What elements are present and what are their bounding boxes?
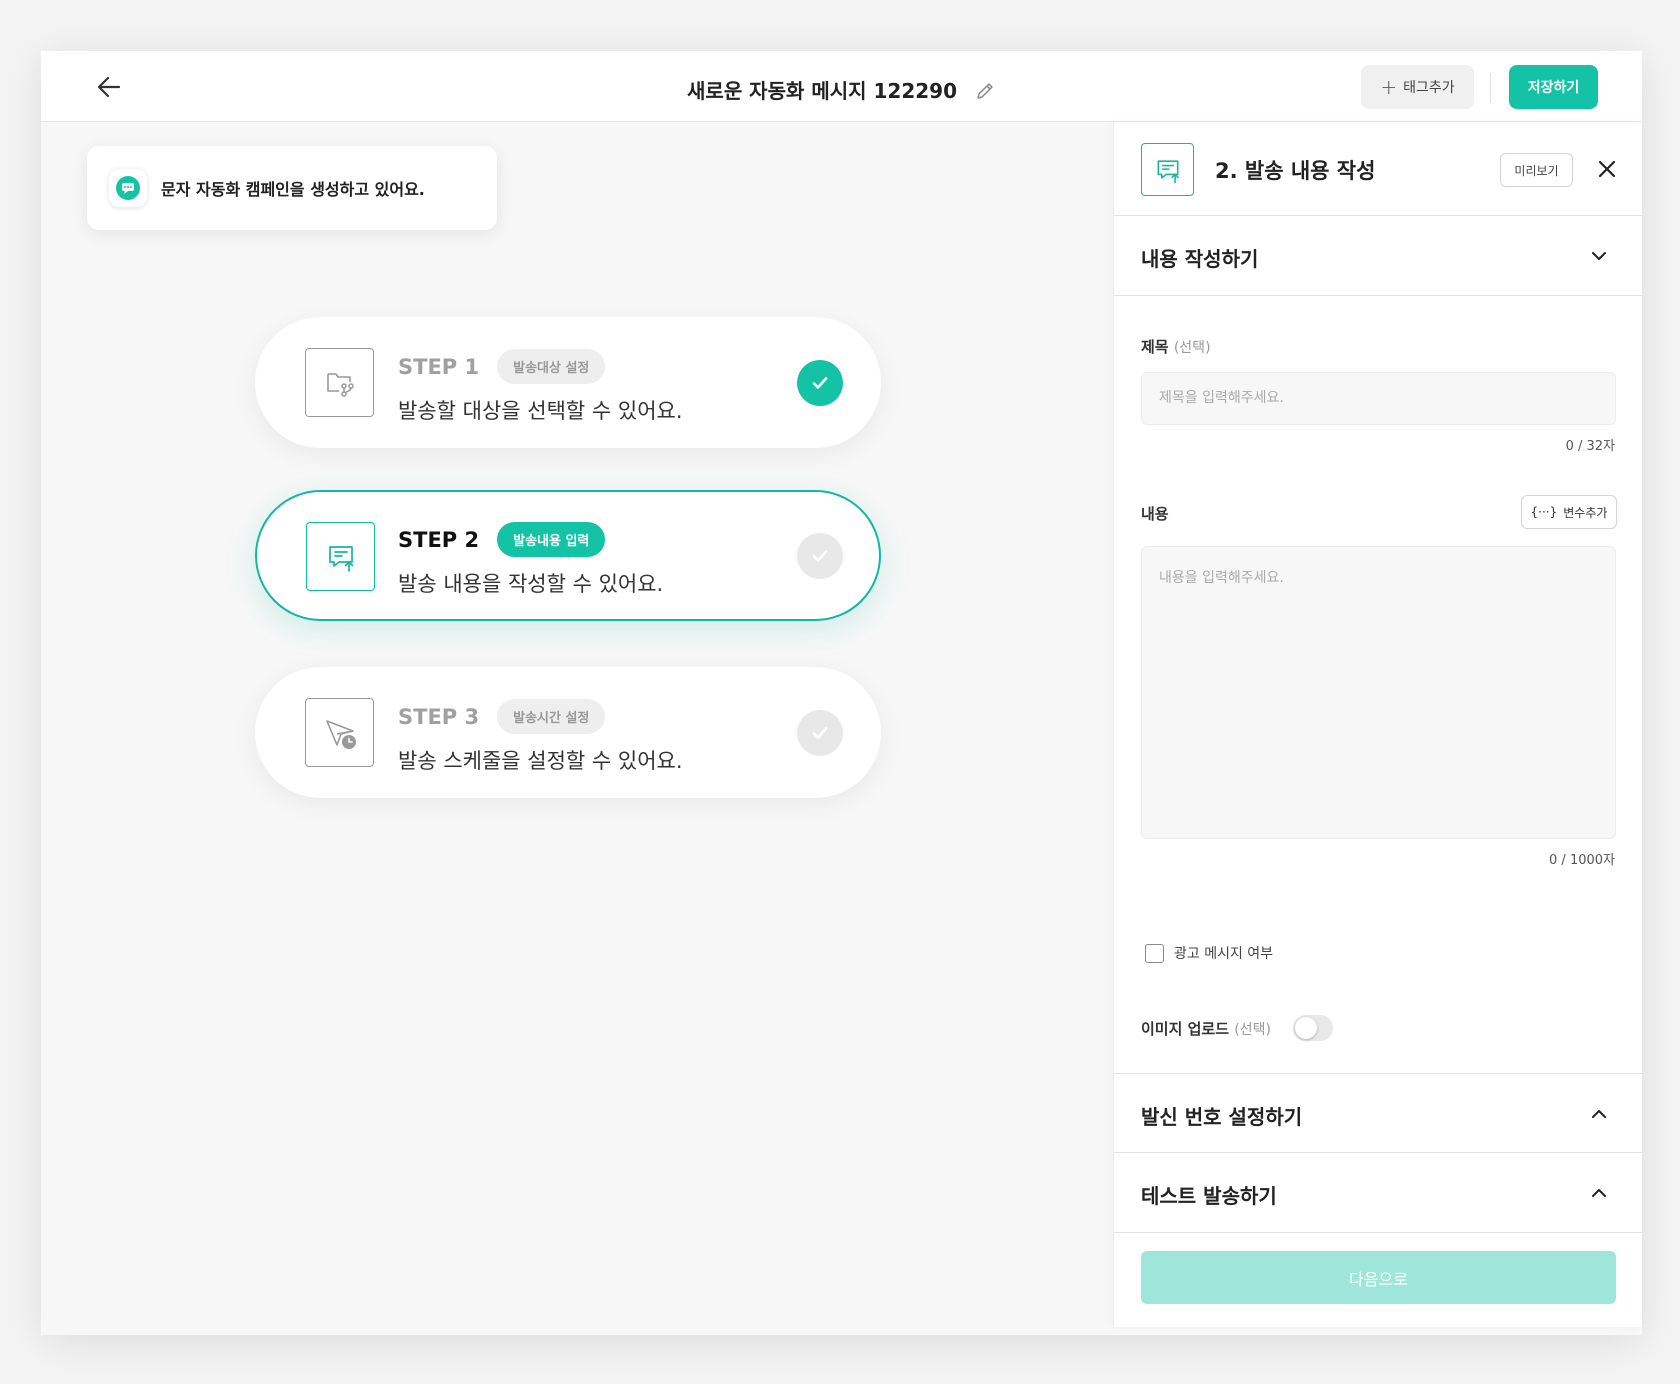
step-pill: 발송대상 설정 xyxy=(497,349,606,384)
top-bar: 새로운 자동화 메시지 122290 + 태그추가 저장하기 xyxy=(41,51,1642,122)
preview-button[interactable]: 미리보기 xyxy=(1500,153,1573,187)
send-schedule-icon xyxy=(305,698,374,767)
body-label: 내용 xyxy=(1141,503,1169,524)
step-label: STEP 3 xyxy=(398,704,480,729)
next-button[interactable]: 다음으로 xyxy=(1141,1251,1616,1304)
section-sender-label: 발신 번호 설정하기 xyxy=(1141,1105,1303,1129)
status-toast: 문자 자동화 캠페인을 생성하고 있어요. xyxy=(87,146,497,230)
image-upload-label: 이미지 업로드 (선택) xyxy=(1141,1018,1271,1039)
editor-panel: 2. 발송 내용 작성 미리보기 내용 작성하기 제목 (선택) 제목을 입력해… xyxy=(1113,122,1643,1327)
body-textarea[interactable]: 내용을 입력해주세요. xyxy=(1141,546,1616,839)
step-title-2: STEP 2 발송내용 입력 xyxy=(398,522,606,557)
image-upload-row: 이미지 업로드 (선택) xyxy=(1141,1015,1333,1041)
chevron-down-icon xyxy=(1592,252,1606,260)
step-pill: 발송시간 설정 xyxy=(497,699,606,734)
body-counter: 0 / 1000자 xyxy=(1549,853,1615,868)
body-placeholder: 내용을 입력해주세요. xyxy=(1159,570,1284,586)
add-variable-label: 변수추가 xyxy=(1563,505,1608,520)
step-card-1[interactable]: STEP 1 발송대상 설정 발송할 대상을 선택할 수 있어요. xyxy=(255,317,881,448)
braces-icon: {···} xyxy=(1530,505,1558,519)
body-label-text: 내용 xyxy=(1141,505,1169,523)
save-button[interactable]: 저장하기 xyxy=(1509,65,1598,109)
step-title-3: STEP 3 발송시간 설정 xyxy=(398,699,606,734)
subject-label-text: 제목 xyxy=(1141,338,1169,356)
target-folder-icon xyxy=(305,348,374,417)
subject-placeholder: 제목을 입력해주세요. xyxy=(1159,390,1284,406)
step-title-1: STEP 1 발송대상 설정 xyxy=(398,349,606,384)
ad-message-checkbox-row[interactable]: 광고 메시지 여부 xyxy=(1145,943,1273,963)
ad-message-label: 광고 메시지 여부 xyxy=(1174,946,1274,962)
add-variable-button[interactable]: {···} 변수추가 xyxy=(1521,495,1617,529)
add-tag-button[interactable]: + 태그추가 xyxy=(1361,65,1474,109)
step-card-3[interactable]: STEP 3 발송시간 설정 발송 스케줄을 설정할 수 있어요. xyxy=(255,667,881,798)
pencil-icon[interactable] xyxy=(974,80,996,102)
plus-icon: + xyxy=(1380,75,1398,99)
section-test-label: 테스트 발송하기 xyxy=(1141,1184,1277,1208)
message-upload-icon xyxy=(1141,143,1194,196)
app-window: 새로운 자동화 메시지 122290 + 태그추가 저장하기 문자 자동화 캠페… xyxy=(41,51,1643,1335)
image-upload-label-text: 이미지 업로드 xyxy=(1141,1019,1230,1038)
toggle-knob xyxy=(1294,1017,1317,1039)
step-label: STEP 2 xyxy=(398,527,480,552)
message-upload-icon xyxy=(306,522,375,591)
check-done-icon xyxy=(797,360,843,406)
image-upload-optional-text: (선택) xyxy=(1234,1021,1271,1038)
section-sender-header[interactable]: 발신 번호 설정하기 xyxy=(1114,1073,1643,1153)
step-pill: 발송내용 입력 xyxy=(497,522,606,557)
section-content-label: 내용 작성하기 xyxy=(1141,247,1259,271)
step-description: 발송 스케줄을 설정할 수 있어요. xyxy=(398,749,683,773)
ad-message-checkbox[interactable] xyxy=(1145,943,1164,963)
step-label: STEP 1 xyxy=(398,354,480,379)
page-title: 새로운 자동화 메시지 122290 xyxy=(687,79,958,103)
section-content-header[interactable]: 내용 작성하기 xyxy=(1114,216,1643,296)
header-divider xyxy=(1490,73,1491,103)
chevron-up-icon xyxy=(1592,1110,1606,1118)
image-upload-toggle[interactable] xyxy=(1292,1015,1333,1041)
add-tag-label: 태그추가 xyxy=(1403,80,1455,96)
step-description: 발송 내용을 작성할 수 있어요. xyxy=(398,572,664,596)
step-card-2[interactable]: STEP 2 발송내용 입력 발송 내용을 작성할 수 있어요. xyxy=(255,490,881,621)
check-pending-icon xyxy=(797,533,843,579)
panel-header: 2. 발송 내용 작성 미리보기 xyxy=(1114,122,1643,216)
close-icon[interactable] xyxy=(1592,154,1622,184)
check-pending-icon xyxy=(797,710,843,756)
section-test-header[interactable]: 테스트 발송하기 xyxy=(1114,1153,1643,1233)
subject-optional-text: (선택) xyxy=(1173,340,1211,356)
subject-counter: 0 / 32자 xyxy=(1565,439,1615,454)
message-icon xyxy=(109,169,147,207)
chevron-up-icon xyxy=(1592,1189,1606,1197)
subject-input[interactable]: 제목을 입력해주세요. xyxy=(1141,372,1616,425)
step-description: 발송할 대상을 선택할 수 있어요. xyxy=(398,399,683,423)
subject-label: 제목 (선택) xyxy=(1141,336,1211,357)
toast-text: 문자 자동화 캠페인을 생성하고 있어요. xyxy=(161,180,425,199)
panel-title: 2. 발송 내용 작성 xyxy=(1215,159,1376,183)
